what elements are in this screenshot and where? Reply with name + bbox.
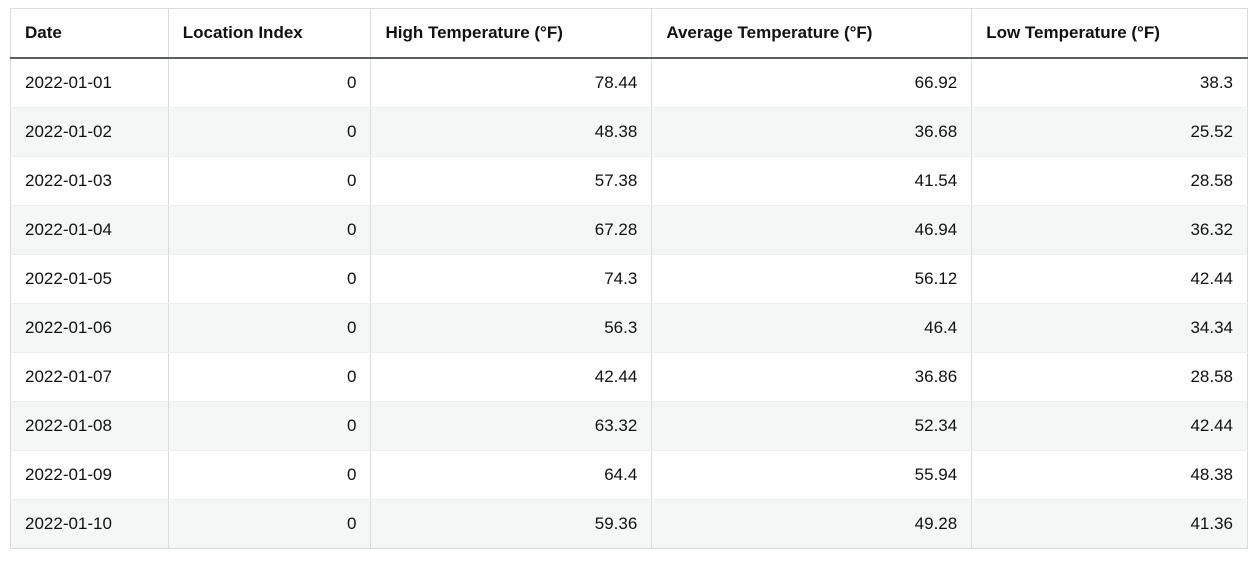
table-row: 2022-01-01 0 78.44 66.92 38.3 (11, 58, 1248, 108)
table-row: 2022-01-10 0 59.36 49.28 41.36 (11, 500, 1248, 549)
col-date: Date (11, 9, 169, 59)
cell-loc: 0 (168, 402, 371, 451)
cell-loc: 0 (168, 500, 371, 549)
cell-date: 2022-01-04 (11, 206, 169, 255)
cell-low: 41.36 (972, 500, 1248, 549)
cell-loc: 0 (168, 353, 371, 402)
col-high: High Temperature (°F) (371, 9, 652, 59)
col-low: Low Temperature (°F) (972, 9, 1248, 59)
table-header-row: Date Location Index High Temperature (°F… (11, 9, 1248, 59)
cell-high: 64.4 (371, 451, 652, 500)
table-row: 2022-01-07 0 42.44 36.86 28.58 (11, 353, 1248, 402)
col-location: Location Index (168, 9, 371, 59)
cell-date: 2022-01-09 (11, 451, 169, 500)
cell-date: 2022-01-01 (11, 58, 169, 108)
cell-avg: 41.54 (652, 157, 972, 206)
cell-date: 2022-01-05 (11, 255, 169, 304)
cell-avg: 55.94 (652, 451, 972, 500)
cell-loc: 0 (168, 108, 371, 157)
cell-date: 2022-01-10 (11, 500, 169, 549)
cell-high: 56.3 (371, 304, 652, 353)
cell-low: 42.44 (972, 255, 1248, 304)
cell-high: 59.36 (371, 500, 652, 549)
cell-high: 42.44 (371, 353, 652, 402)
table-row: 2022-01-05 0 74.3 56.12 42.44 (11, 255, 1248, 304)
cell-low: 36.32 (972, 206, 1248, 255)
cell-avg: 36.68 (652, 108, 972, 157)
cell-loc: 0 (168, 206, 371, 255)
cell-date: 2022-01-03 (11, 157, 169, 206)
table-row: 2022-01-06 0 56.3 46.4 34.34 (11, 304, 1248, 353)
cell-date: 2022-01-07 (11, 353, 169, 402)
cell-loc: 0 (168, 58, 371, 108)
cell-loc: 0 (168, 451, 371, 500)
table-row: 2022-01-03 0 57.38 41.54 28.58 (11, 157, 1248, 206)
cell-high: 48.38 (371, 108, 652, 157)
cell-high: 67.28 (371, 206, 652, 255)
cell-high: 57.38 (371, 157, 652, 206)
cell-avg: 36.86 (652, 353, 972, 402)
cell-low: 34.34 (972, 304, 1248, 353)
cell-low: 42.44 (972, 402, 1248, 451)
col-avg: Average Temperature (°F) (652, 9, 972, 59)
cell-avg: 52.34 (652, 402, 972, 451)
cell-loc: 0 (168, 157, 371, 206)
cell-low: 25.52 (972, 108, 1248, 157)
cell-avg: 46.4 (652, 304, 972, 353)
cell-avg: 66.92 (652, 58, 972, 108)
cell-loc: 0 (168, 255, 371, 304)
cell-high: 63.32 (371, 402, 652, 451)
cell-date: 2022-01-06 (11, 304, 169, 353)
table-row: 2022-01-02 0 48.38 36.68 25.52 (11, 108, 1248, 157)
temperature-table: Date Location Index High Temperature (°F… (10, 8, 1248, 549)
table-row: 2022-01-04 0 67.28 46.94 36.32 (11, 206, 1248, 255)
cell-avg: 56.12 (652, 255, 972, 304)
cell-date: 2022-01-02 (11, 108, 169, 157)
table-row: 2022-01-08 0 63.32 52.34 42.44 (11, 402, 1248, 451)
cell-date: 2022-01-08 (11, 402, 169, 451)
cell-avg: 49.28 (652, 500, 972, 549)
cell-low: 28.58 (972, 353, 1248, 402)
cell-avg: 46.94 (652, 206, 972, 255)
table-row: 2022-01-09 0 64.4 55.94 48.38 (11, 451, 1248, 500)
cell-low: 38.3 (972, 58, 1248, 108)
cell-low: 48.38 (972, 451, 1248, 500)
cell-high: 74.3 (371, 255, 652, 304)
cell-loc: 0 (168, 304, 371, 353)
cell-high: 78.44 (371, 58, 652, 108)
cell-low: 28.58 (972, 157, 1248, 206)
